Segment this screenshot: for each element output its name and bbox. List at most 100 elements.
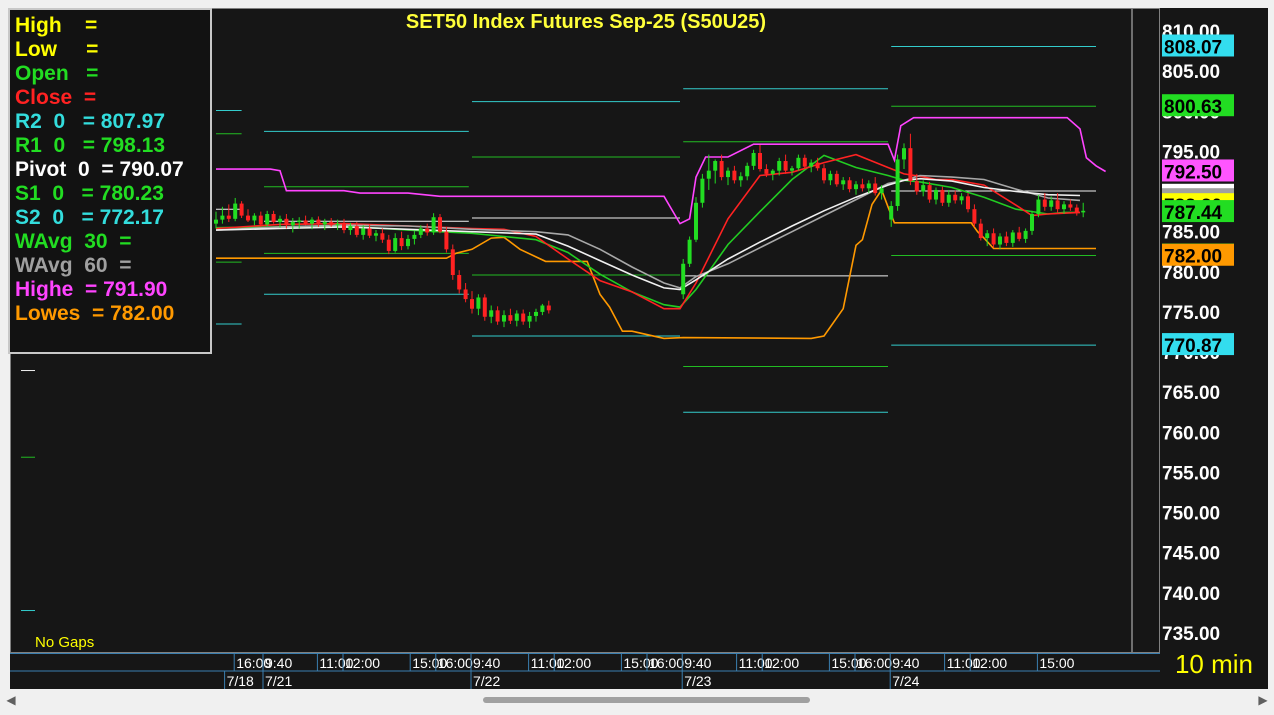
price-tag: 808.07 [1162,34,1234,58]
scrollbar-thumb[interactable] [483,697,810,703]
time-tick-label: 16:00 [438,655,473,671]
candle-body [726,170,730,178]
candle-body [959,196,964,201]
candle [393,233,398,253]
candle [822,164,826,184]
candle [476,294,481,316]
scrollbar-track[interactable] [20,691,1254,709]
candle-body [418,228,423,235]
candle-body [927,185,932,200]
candle [959,193,964,205]
candle [239,201,244,219]
candle [1030,210,1034,235]
candle-body [374,233,378,236]
candle [233,197,238,222]
candle-body [527,315,532,322]
y-tick-label: 785.00 [1162,223,1220,244]
candle [380,228,385,243]
series-wavg-60 [215,174,1081,289]
candle-body [514,313,519,321]
price-tag-label: 782.00 [1164,247,1222,268]
candle-body [489,310,494,317]
candle-body [1036,199,1041,215]
candle-body [233,203,238,219]
date-tick-label: 7/23 [684,673,711,689]
candle [940,186,945,206]
candle-body [895,159,900,206]
candle-body [834,173,839,185]
candle-body [1010,232,1015,243]
candle [1004,231,1009,247]
candle-body [476,297,481,309]
y-tick-label: 755.00 [1162,463,1220,484]
candle [482,294,487,321]
price-axis-labels: 810.00805.00800.00795.00790.00785.00780.… [1162,22,1234,645]
candle-body [1042,199,1047,207]
candle [972,204,977,227]
candle [425,223,430,236]
series-wavg-30 [215,154,1080,308]
candle-body [220,215,225,220]
candle-body [934,189,938,200]
info-row: S1 0 = 780.23 [15,182,210,206]
candle-body [1017,232,1022,239]
candle-body [329,222,334,226]
price-tag-label: 808.07 [1164,37,1222,58]
candle [546,300,551,314]
info-value: 782.00 [104,302,175,325]
candle-body [457,275,462,290]
candle [687,236,692,267]
candle [1017,226,1022,242]
candle-body [946,194,951,203]
candle [540,303,545,316]
candle-body [860,184,865,189]
candle-body [1049,200,1054,207]
scroll-right-icon[interactable]: ▶ [1254,691,1272,709]
candle-body [348,226,353,231]
candle-body [303,220,308,224]
candle-body [534,311,538,316]
candle [1036,194,1041,218]
y-tick-label: 740.00 [1162,584,1220,605]
candle-body [290,222,295,226]
scroll-left-icon[interactable]: ◀ [2,691,20,709]
time-axis[interactable]: 16:00 9:40 11:00 12:00 15:00 16:00 9:40 11:00 12… [10,653,1160,690]
candle-body [902,148,906,160]
price-tag: 792.50 [1162,159,1234,183]
candle [278,215,282,228]
candle-body [406,238,410,247]
interval-label[interactable]: 10 min [1160,645,1268,689]
info-label: Lowes = [15,302,105,325]
time-tick-label: 12:00 [556,655,591,671]
chart-window: SET50 Index Futures Sep-25 (S50U25) No G… [0,0,1274,715]
horizontal-scrollbar[interactable]: ◀ ▶ [0,689,1274,711]
candle [252,213,257,226]
candle-body [1030,214,1034,231]
price-axis[interactable]: 810.00805.00800.00795.00790.00785.00780.… [1160,8,1268,653]
price-tag-label: 770.87 [1164,336,1222,357]
candle-body [316,219,321,225]
candle [1023,228,1028,243]
date-tick-label: 7/21 [265,673,292,689]
candle-body [713,161,718,171]
info-row: WAvg 30 = [15,230,210,254]
candle-body [226,215,231,219]
candle [386,234,391,255]
candle [1055,193,1060,213]
candle-body [700,178,705,203]
info-label: Highe = [15,278,98,301]
candle-body [758,153,762,170]
candle [706,154,711,190]
candle-body [310,219,314,224]
info-value: 791.90 [97,278,168,301]
candle [834,170,839,187]
candle-body [1068,204,1073,208]
price-tag-label: 792.50 [1164,162,1222,183]
candle-body [239,203,244,216]
candle [534,308,538,322]
y-tick-label: 805.00 [1162,62,1220,83]
candle [681,258,686,300]
candle-body [521,313,526,322]
info-row: Close = [15,86,210,110]
candle-body [777,161,782,171]
